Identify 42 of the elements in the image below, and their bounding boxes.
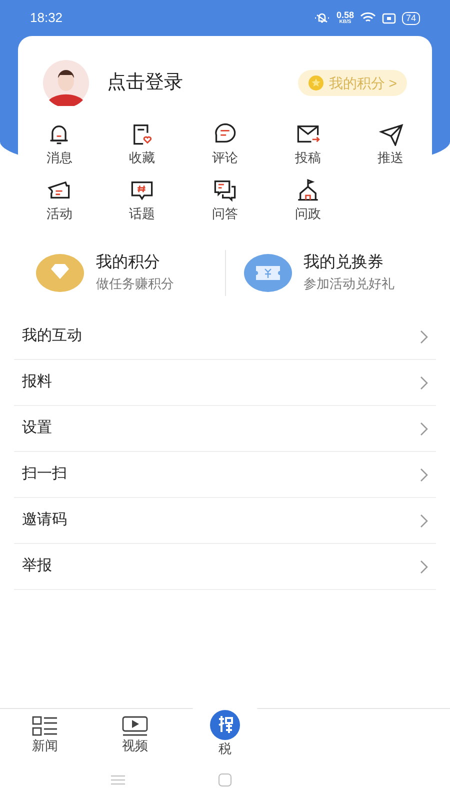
coin-icon — [308, 75, 324, 91]
shortcut-button[interactable]: 收藏 — [100, 122, 184, 168]
reward-button[interactable]: 我的积分 做任务赚积分 — [18, 240, 224, 306]
paper-plane-icon — [378, 122, 404, 146]
menu-icon[interactable] — [111, 775, 125, 785]
tab-button[interactable]: 视频 — [90, 709, 180, 760]
menu-item[interactable]: 举报 — [14, 544, 436, 590]
shortcut-button[interactable]: 问答 — [184, 178, 266, 223]
shortcut-button[interactable]: 问政 — [266, 178, 350, 223]
menu-item[interactable]: 扫一扫 — [14, 452, 436, 498]
login-link[interactable]: 点击登录 — [107, 68, 183, 98]
menu-item[interactable]: 邀请码 — [14, 498, 436, 544]
chevron-right-icon — [420, 514, 428, 528]
screen-icon — [382, 12, 396, 24]
status-time: 18:32 — [30, 9, 63, 28]
menu-item[interactable]: 我的互动 — [14, 314, 436, 360]
video-play-icon — [122, 716, 148, 736]
avatar-icon[interactable] — [43, 60, 89, 106]
shortcut-button[interactable]: 话题 — [100, 178, 184, 223]
list-icon — [32, 716, 58, 736]
chevron-right-icon — [420, 422, 428, 436]
shortcut-button[interactable]: 评论 — [184, 122, 266, 168]
chevron-right-icon — [420, 330, 428, 344]
battery-level: 74 — [402, 12, 420, 24]
coupon-icon — [244, 254, 292, 292]
shortcut-button[interactable]: 推送 — [349, 122, 432, 168]
shortcut-button[interactable]: 消息 — [18, 122, 101, 168]
shortcut-button[interactable]: 投稿 — [266, 122, 350, 168]
wifi-icon — [360, 12, 376, 24]
chat-bubbles-icon — [212, 178, 238, 202]
mute-icon — [314, 12, 330, 24]
menu-item[interactable]: 设置 — [14, 406, 436, 452]
center-tab-icon — [210, 710, 240, 740]
menu-item[interactable]: 报料 — [14, 360, 436, 406]
reward-button[interactable]: 我的兑换券 参加活动兑好礼 — [226, 240, 432, 306]
chevron-right-icon — [420, 560, 428, 574]
network-speed: 0.58 — [336, 11, 354, 20]
home-icon[interactable] — [218, 773, 232, 787]
chevron-right-icon — [420, 468, 428, 482]
tab-button[interactable]: 新闻 — [0, 709, 90, 760]
chevron-right-icon — [420, 376, 428, 390]
shortcut-button[interactable]: 活动 — [18, 178, 101, 223]
